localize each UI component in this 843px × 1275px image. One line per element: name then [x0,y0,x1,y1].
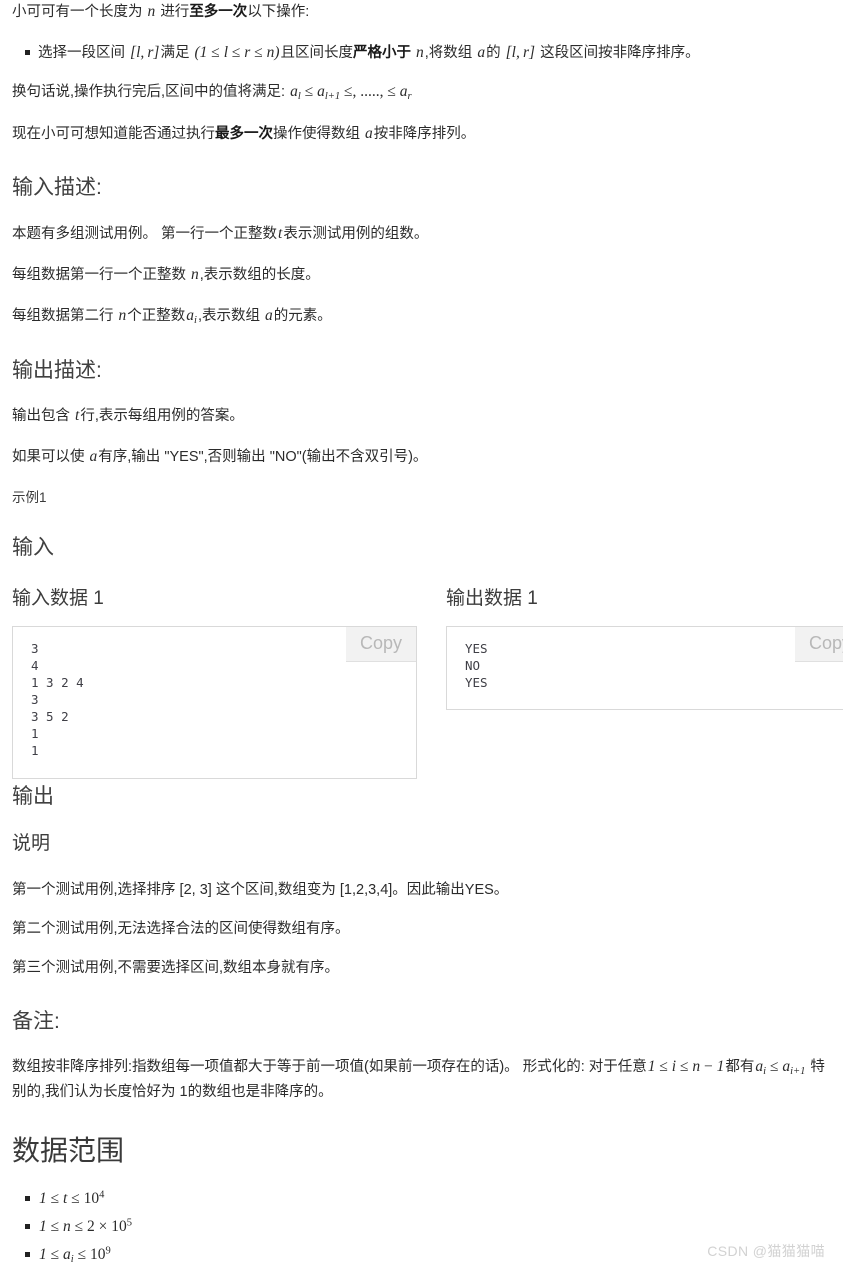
input-desc-line-3: 每组数据第二行 n个正整数ai,表示数组 a的元素。 [12,304,831,329]
input-data-box: Copy 3 4 1 3 2 4 3 3 5 2 1 1 [12,626,417,780]
list-item: 1 ≤ t ≤ 104 [12,1187,831,1211]
sample-input-column: 输入数据 1 Copy 3 4 1 3 2 4 3 3 5 2 1 1 [12,588,417,780]
goal-p3: 按非降序排列。 [373,126,476,143]
output-data-content: YES NO YES [465,641,488,691]
range-constraint-ai: 1 ≤ ai ≤ 109 [39,1246,111,1266]
example-label: 示例1 [12,490,47,506]
example-input-heading: 输入 [12,536,54,560]
remark-text-a: 数组按非降序排列:指数组每一项值都大于等于前一项值(如果前一项存在的话)。 形式… [12,1059,647,1076]
input-desc-3c: ,表示数组 [197,307,260,324]
bullet-p3: 且区间长度 [280,45,354,62]
problem-intro: 小可可有一个长度为 n 进行至多一次以下操作: [12,0,831,24]
restate-math: al ≤ al+1 ≤, ....., ≤ ar [290,83,412,102]
remark-math-a: 1 ≤ i ≤ n − 1 [647,1058,725,1076]
remark-math-b: ai ≤ ai+1 [755,1058,806,1078]
explanation-heading: 说明 [12,832,51,854]
input-desc-1b: 表示测试用例的组数。 [283,225,429,242]
list-item: 选择一段区间 [l, r]满足 (1 ≤ l ≤ r ≤ n)且区间长度严格小于… [12,41,831,65]
problem-page: 小可可有一个长度为 n 进行至多一次以下操作: 选择一段区间 [l, r]满足 … [0,0,843,1269]
sample-io-row: 输入数据 1 Copy 3 4 1 3 2 4 3 3 5 2 1 1 输出数据… [0,588,843,780]
intro-var-n: n [147,3,156,20]
goal-p2: 操作使得数组 [273,126,360,143]
example-output-heading: 输出 [12,784,54,808]
remark-text-b: 都有 [725,1059,755,1076]
range-constraint-n: 1 ≤ n ≤ 2 × 105 [39,1218,133,1236]
data-range-heading: 数据范围 [12,1135,125,1166]
sample-output-column: 输出数据 1 Copy YES NO YES [446,588,843,711]
goal-p1: 现在小可可想知道能否通过执行 [12,126,215,143]
intro-mid: 进行 [160,4,190,20]
output-desc-line-2: 如果可以使 a有序,输出 "YES",否则输出 "NO"(输出不含双引号)。 [12,445,831,469]
explanation-line-2: 第二个测试用例,无法选择合法的区间使得数组有序。 [12,921,350,938]
output-desc-2a: 如果可以使 [12,449,85,466]
bullet-interval-lr-2: [l, r] [505,44,536,62]
bullet-interval-lr-1: [l, r] [130,44,160,62]
copy-output-button[interactable]: Copy [794,627,843,663]
intro-prefix: 小可可有一个长度为 [12,4,143,20]
intro-bold-atmostonce: 至多一次 [189,4,248,20]
output-desc-var-a: a [89,448,98,466]
bullet-bold-strict: 严格小于 [353,45,411,62]
output-desc-2b: 有序,输出 "YES",否则输出 "NO"(输出不含双引号)。 [98,449,428,466]
input-data-title: 输入数据 1 [12,587,104,609]
output-data-box: Copy YES NO YES [446,626,843,711]
remark-heading: 备注: [12,1009,60,1033]
list-item: 1 ≤ n ≤ 2 × 105 [12,1215,831,1239]
input-desc-var-n: n [191,265,199,283]
input-desc-var-n2: n [118,306,127,324]
bullet-p5: 的 [486,45,501,62]
bullet-p6: 这段区间按非降序排序。 [540,45,700,62]
output-desc-line-1: 输出包含 t行,表示每组用例的答案。 [12,404,831,428]
input-desc-3a: 每组数据第二行 [12,307,114,324]
range-constraint-t: 1 ≤ t ≤ 104 [39,1190,105,1208]
input-desc-2b: ,表示数组的长度。 [199,266,320,283]
bullet-p1: 选择一段区间 [38,45,125,62]
input-desc-var-ai: ai [186,306,197,326]
explanation-line-3: 第三个测试用例,不需要选择区间,数组本身就有序。 [12,960,340,977]
output-desc-1b: 行,表示每组用例的答案。 [80,408,244,425]
input-description-heading: 输入描述: [12,176,102,200]
explanation-line-1: 第一个测试用例,选择排序 [2, 3] 这个区间,数组变为 [1,2,3,4]。… [12,881,509,898]
bullet-var-n: n [416,44,424,62]
goal-var-a: a [365,125,373,143]
restate-paragraph: 换句话说,操作执行完后,区间中的值将满足: al ≤ al+1 ≤, .....… [12,80,831,105]
restate-prefix: 换句话说,操作执行完后,区间中的值将满足: [12,84,286,101]
goal-paragraph: 现在小可可想知道能否通过执行最多一次操作使得数组 a按非降序排列。 [12,122,831,146]
input-desc-3b: 个正整数 [127,307,186,324]
bullet-constraint: (1 ≤ l ≤ r ≤ n) [194,44,280,62]
output-desc-1a: 输出包含 [12,408,70,425]
input-desc-line-2: 每组数据第一行一个正整数 n,表示数组的长度。 [12,263,831,287]
input-desc-1a: 本题有多组测试用例。 第一行一个正整数 [12,225,278,242]
input-desc-3d: 的元素。 [273,307,332,324]
goal-bold-atmostonce: 最多一次 [215,126,273,143]
csdn-watermark: CSDN @猫猫猫喵 [707,1243,825,1259]
bullet-p4: ,将数组 [424,45,473,62]
input-desc-2a: 每组数据第一行一个正整数 [12,266,186,283]
remark-paragraph: 数组按非降序排列:指数组每一项值都大于等于前一项值(如果前一项存在的话)。 形式… [12,1055,831,1103]
input-desc-line-1: 本题有多组测试用例。 第一行一个正整数t表示测试用例的组数。 [12,222,831,246]
output-data-title: 输出数据 1 [446,587,538,609]
copy-input-button[interactable]: Copy [345,627,416,663]
intro-suffix: 以下操作: [247,4,310,20]
operation-bullet-list: 选择一段区间 [l, r]满足 (1 ≤ l ≤ r ≤ n)且区间长度严格小于… [12,41,831,65]
bullet-var-a: a [477,44,486,62]
input-desc-var-a: a [265,306,273,324]
output-description-heading: 输出描述: [12,358,102,382]
bullet-p2: 满足 [160,45,190,62]
